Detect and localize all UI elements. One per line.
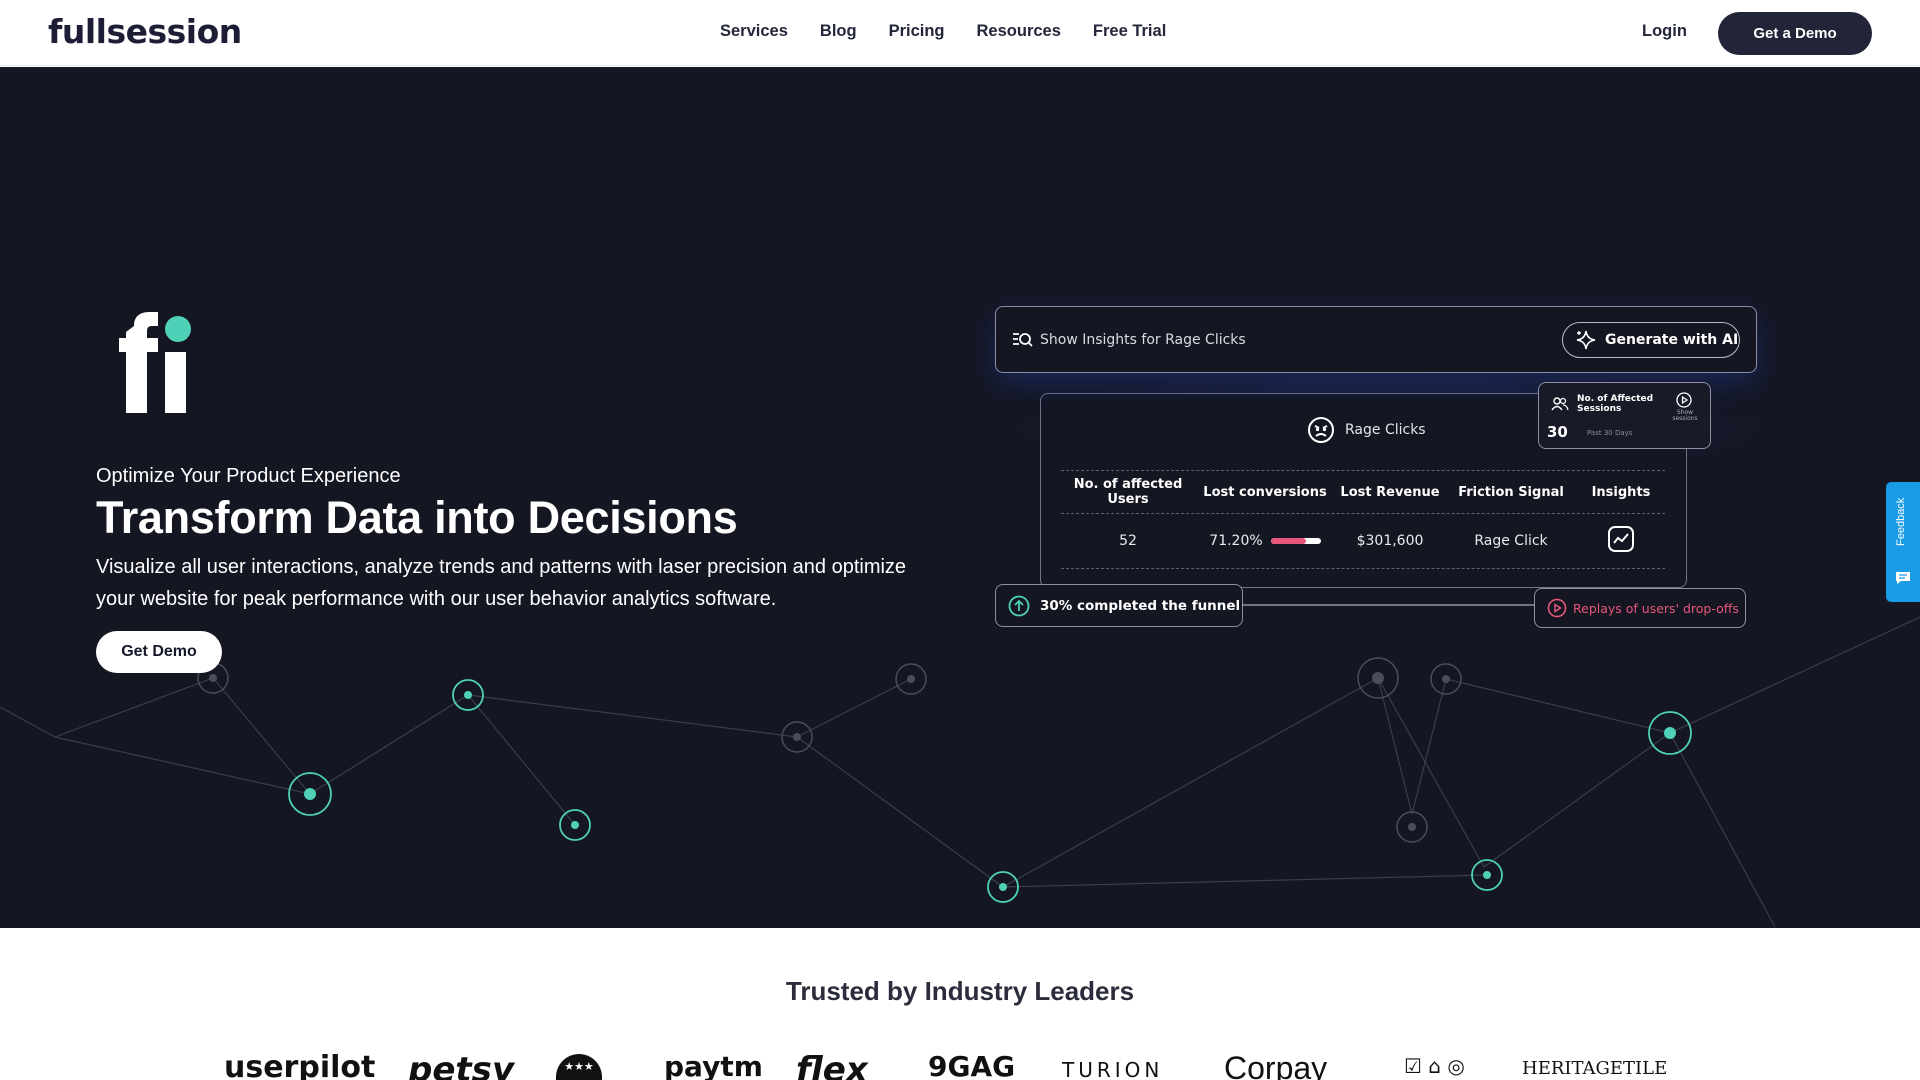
brand-flex: flex: [796, 1050, 868, 1080]
fullsession-logo[interactable]: fullsession: [48, 12, 242, 51]
brand-paytm: paytm: [664, 1050, 763, 1080]
lost-conversions-cell: 71.20%: [1195, 533, 1335, 549]
users-icon: [1551, 397, 1569, 411]
search-text: Show Insights for Rage Clicks: [1040, 332, 1246, 348]
card-connector-line: [1243, 604, 1534, 606]
get-a-demo-button[interactable]: Get a Demo: [1718, 12, 1872, 55]
feedback-tab[interactable]: Feedback: [1886, 482, 1920, 602]
sessions-count: 30: [1547, 423, 1568, 441]
brand-turion: TURION: [1062, 1058, 1164, 1080]
generate-with-ai-button[interactable]: Generate with AI: [1562, 322, 1740, 358]
nav-free-trial[interactable]: Free Trial: [1093, 22, 1166, 41]
nav-resources[interactable]: Resources: [977, 22, 1061, 41]
brand-corpay: Corpay: [1224, 1050, 1328, 1080]
sparkle-icon: [1576, 330, 1596, 350]
funnel-text: 30% completed the funnel: [1040, 597, 1241, 614]
nav-services[interactable]: Services: [720, 22, 788, 41]
sessions-label: No. of Affected Sessions: [1577, 394, 1654, 414]
panel-title-text: Rage Clicks: [1345, 422, 1426, 438]
brand-userpilot: userpilot: [224, 1050, 376, 1080]
brand-petsy: petsy: [408, 1050, 515, 1080]
fi-logo-icon: [119, 312, 191, 413]
show-sessions-link[interactable]: Show sessions: [1667, 410, 1703, 422]
replays-text: Replays of users' drop-offs: [1573, 600, 1739, 616]
generate-label: Generate with AI: [1605, 332, 1739, 348]
trend-chart-icon[interactable]: [1607, 525, 1635, 553]
lost-conversions-bar-fill: [1270, 538, 1307, 544]
insights-cell: [1577, 525, 1665, 557]
table-header: No. of affected Users Lost conversions L…: [1061, 470, 1665, 514]
insights-search-bar[interactable]: Show Insights for Rage Clicks Generate w…: [995, 306, 1757, 373]
chat-icon: [1896, 572, 1910, 584]
nav-blog[interactable]: Blog: [820, 22, 857, 41]
lost-revenue-value: $301,600: [1356, 533, 1424, 549]
affected-sessions-card: No. of Affected Sessions Show sessions 3…: [1538, 382, 1711, 449]
header-affected-users: No. of affected Users: [1073, 477, 1183, 507]
hero-headline: Transform Data into Decisions: [96, 492, 738, 543]
brand-9gag: 9GAG: [928, 1050, 1016, 1080]
site-header: fullsession Services Blog Pricing Resour…: [0, 0, 1920, 66]
header-friction-signal: Friction Signal: [1458, 484, 1564, 500]
funnel-badge: 30% completed the funnel: [995, 584, 1243, 627]
insights-table: No. of affected Users Lost conversions L…: [1061, 470, 1665, 569]
feedback-label: Feedback: [1895, 497, 1907, 546]
nav-pricing[interactable]: Pricing: [889, 22, 945, 41]
panel-title: Rage Clicks: [1307, 416, 1426, 444]
sessions-period: Past 30 Days: [1587, 429, 1633, 437]
replays-badge[interactable]: Replays of users' drop-offs: [1534, 588, 1746, 628]
main-nav: Services Blog Pricing Resources Free Tri…: [720, 22, 1166, 41]
lost-conversions-bar: [1270, 538, 1321, 544]
hero-section: Optimize Your Product Experience Transfo…: [0, 67, 1920, 928]
brand-heritagetile: HERITAGETILE: [1522, 1058, 1668, 1079]
header-lost-revenue: Lost Revenue: [1340, 484, 1440, 500]
brand-logos-strip: userpilot petsy ★★★ paytm flex 9GAG TURI…: [0, 1050, 1920, 1080]
lost-conversions-value: 71.20%: [1209, 533, 1263, 549]
search-list-icon: [1013, 333, 1033, 347]
brand-burger: ★★★: [556, 1054, 602, 1080]
hero-tagline: Optimize Your Product Experience: [96, 465, 401, 487]
friction-signal-value: Rage Click: [1474, 533, 1548, 549]
hero-description: Visualize all user interactions, analyze…: [96, 556, 907, 610]
brand-icons: ☑ ⌂ ◎: [1404, 1054, 1465, 1078]
header-lost-conversions: Lost conversions: [1203, 484, 1327, 500]
arrow-up-circle-icon: [1008, 595, 1030, 616]
play-icon[interactable]: [1676, 392, 1692, 408]
replay-play-icon: [1547, 598, 1567, 618]
header-insights: Insights: [1591, 484, 1651, 500]
get-demo-button[interactable]: Get Demo: [96, 631, 222, 673]
angry-face-icon: [1308, 417, 1334, 443]
logo-text: fullsession: [48, 12, 242, 51]
affected-users-value: 52: [1119, 533, 1137, 549]
login-link[interactable]: Login: [1642, 22, 1687, 41]
trusted-title: Trusted by Industry Leaders: [785, 976, 1135, 1006]
table-row: 52 71.20% $301,600 Rage Click: [1061, 514, 1665, 569]
